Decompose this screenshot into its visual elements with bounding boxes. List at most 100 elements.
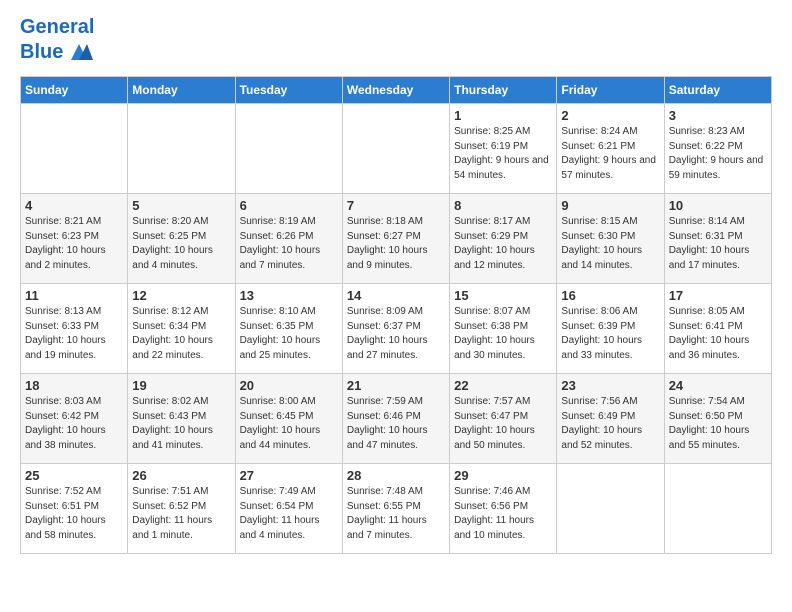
- calendar-table: SundayMondayTuesdayWednesdayThursdayFrid…: [20, 76, 772, 554]
- calendar-cell: 18Sunrise: 8:03 AMSunset: 6:42 PMDayligh…: [21, 374, 128, 464]
- logo: General Blue: [20, 16, 94, 66]
- day-info: Sunrise: 7:54 AMSunset: 6:50 PMDaylight:…: [669, 395, 767, 453]
- day-info: Sunrise: 7:56 AMSunset: 6:49 PMDaylight:…: [561, 395, 659, 453]
- calendar-cell: 4 Sunrise: 8:21 AMSunset: 6:23 PMDaylight…: [21, 194, 128, 284]
- logo-text: General: [20, 16, 94, 38]
- day-info: Sunrise: 8:10 AMSunset: 6:35 PMDaylight:…: [240, 305, 338, 363]
- calendar-cell: 22 Sunrise: 7:57 AMSunset: 6:47 PMDayligh…: [450, 374, 557, 464]
- day-number: 24: [669, 378, 767, 393]
- calendar-cell: 13 Sunrise: 8:10 AMSunset: 6:35 PMDayligh…: [235, 284, 342, 374]
- day-info: Sunrise: 7:49 AMSunset: 6:54 PMDaylight:…: [240, 485, 338, 543]
- calendar-cell: 1 Sunrise: 8:25 AMSunset: 6:19 PMDaylight…: [450, 104, 557, 194]
- header-day-wednesday: Wednesday: [342, 77, 449, 104]
- header-day-saturday: Saturday: [664, 77, 771, 104]
- day-info: Sunrise: 8:06 AMSunset: 6:39 PMDaylight:…: [561, 305, 659, 363]
- day-number: 12: [132, 288, 230, 303]
- page-header: General Blue: [20, 16, 772, 66]
- day-info: Sunrise: 7:46 AMSunset: 6:56 PMDaylight:…: [454, 485, 552, 543]
- calendar-cell: 7 Sunrise: 8:18 AMSunset: 6:27 PMDaylight…: [342, 194, 449, 284]
- day-number: 5: [132, 198, 230, 213]
- day-number: 25: [25, 468, 123, 483]
- calendar-cell: 10Sunrise: 8:14 AMSunset: 6:31 PMDayligh…: [664, 194, 771, 284]
- day-number: 4: [25, 198, 123, 213]
- day-info: Sunrise: 8:23 AMSunset: 6:22 PMDaylight:…: [669, 125, 767, 183]
- logo-text2: Blue: [20, 41, 63, 63]
- day-number: 9: [561, 198, 659, 213]
- day-number: 6: [240, 198, 338, 213]
- day-number: 3: [669, 108, 767, 123]
- day-info: Sunrise: 8:19 AMSunset: 6:26 PMDaylight:…: [240, 215, 338, 273]
- calendar-week-3: 11 Sunrise: 8:13 AMSunset: 6:33 PMDayligh…: [21, 284, 772, 374]
- calendar-cell: 12 Sunrise: 8:12 AMSunset: 6:34 PMDayligh…: [128, 284, 235, 374]
- day-number: 11: [25, 288, 123, 303]
- day-number: 8: [454, 198, 552, 213]
- day-number: 29: [454, 468, 552, 483]
- header-day-thursday: Thursday: [450, 77, 557, 104]
- day-number: 13: [240, 288, 338, 303]
- day-number: 16: [561, 288, 659, 303]
- day-number: 20: [240, 378, 338, 393]
- calendar-cell: 9 Sunrise: 8:15 AMSunset: 6:30 PMDaylight…: [557, 194, 664, 284]
- day-info: Sunrise: 8:12 AMSunset: 6:34 PMDaylight:…: [132, 305, 230, 363]
- calendar-cell: [128, 104, 235, 194]
- day-info: Sunrise: 7:52 AMSunset: 6:51 PMDaylight:…: [25, 485, 123, 543]
- day-info: Sunrise: 8:07 AMSunset: 6:38 PMDaylight:…: [454, 305, 552, 363]
- calendar-cell: 25 Sunrise: 7:52 AMSunset: 6:51 PMDayligh…: [21, 464, 128, 554]
- calendar-cell: [342, 104, 449, 194]
- calendar-cell: [21, 104, 128, 194]
- calendar-cell: [557, 464, 664, 554]
- calendar-cell: 8 Sunrise: 8:17 AMSunset: 6:29 PMDaylight…: [450, 194, 557, 284]
- header-day-friday: Friday: [557, 77, 664, 104]
- day-number: 23: [561, 378, 659, 393]
- day-info: Sunrise: 8:02 AMSunset: 6:43 PMDaylight:…: [132, 395, 230, 453]
- day-number: 17: [669, 288, 767, 303]
- calendar-week-2: 4 Sunrise: 8:21 AMSunset: 6:23 PMDaylight…: [21, 194, 772, 284]
- day-info: Sunrise: 7:51 AMSunset: 6:52 PMDaylight:…: [132, 485, 230, 543]
- day-number: 2: [561, 108, 659, 123]
- day-number: 22: [454, 378, 552, 393]
- calendar-week-1: 1 Sunrise: 8:25 AMSunset: 6:19 PMDaylight…: [21, 104, 772, 194]
- calendar-cell: 5 Sunrise: 8:20 AMSunset: 6:25 PMDaylight…: [128, 194, 235, 284]
- calendar-cell: 16 Sunrise: 8:06 AMSunset: 6:39 PMDayligh…: [557, 284, 664, 374]
- day-info: Sunrise: 7:48 AMSunset: 6:55 PMDaylight:…: [347, 485, 445, 543]
- calendar-cell: 24 Sunrise: 7:54 AMSunset: 6:50 PMDayligh…: [664, 374, 771, 464]
- calendar-cell: 27Sunrise: 7:49 AMSunset: 6:54 PMDayligh…: [235, 464, 342, 554]
- day-number: 14: [347, 288, 445, 303]
- calendar-header: SundayMondayTuesdayWednesdayThursdayFrid…: [21, 77, 772, 104]
- day-number: 19: [132, 378, 230, 393]
- calendar-cell: 11 Sunrise: 8:13 AMSunset: 6:33 PMDayligh…: [21, 284, 128, 374]
- day-info: Sunrise: 8:25 AMSunset: 6:19 PMDaylight:…: [454, 125, 552, 183]
- day-info: Sunrise: 8:18 AMSunset: 6:27 PMDaylight:…: [347, 215, 445, 273]
- calendar-cell: 2 Sunrise: 8:24 AMSunset: 6:21 PMDaylight…: [557, 104, 664, 194]
- day-info: Sunrise: 8:24 AMSunset: 6:21 PMDaylight:…: [561, 125, 659, 183]
- header-row: SundayMondayTuesdayWednesdayThursdayFrid…: [21, 77, 772, 104]
- calendar-cell: 17Sunrise: 8:05 AMSunset: 6:41 PMDayligh…: [664, 284, 771, 374]
- header-day-sunday: Sunday: [21, 77, 128, 104]
- calendar-cell: [235, 104, 342, 194]
- day-info: Sunrise: 8:13 AMSunset: 6:33 PMDaylight:…: [25, 305, 123, 363]
- day-info: Sunrise: 8:03 AMSunset: 6:42 PMDaylight:…: [25, 395, 123, 453]
- day-info: Sunrise: 7:57 AMSunset: 6:47 PMDaylight:…: [454, 395, 552, 453]
- calendar-cell: 21 Sunrise: 7:59 AMSunset: 6:46 PMDayligh…: [342, 374, 449, 464]
- day-info: Sunrise: 8:15 AMSunset: 6:30 PMDaylight:…: [561, 215, 659, 273]
- day-number: 7: [347, 198, 445, 213]
- day-info: Sunrise: 8:21 AMSunset: 6:23 PMDaylight:…: [25, 215, 123, 273]
- calendar-cell: 19 Sunrise: 8:02 AMSunset: 6:43 PMDayligh…: [128, 374, 235, 464]
- header-day-monday: Monday: [128, 77, 235, 104]
- day-number: 1: [454, 108, 552, 123]
- calendar-cell: 20Sunrise: 8:00 AMSunset: 6:45 PMDayligh…: [235, 374, 342, 464]
- day-info: Sunrise: 8:17 AMSunset: 6:29 PMDaylight:…: [454, 215, 552, 273]
- calendar-week-4: 18Sunrise: 8:03 AMSunset: 6:42 PMDayligh…: [21, 374, 772, 464]
- calendar-cell: 14Sunrise: 8:09 AMSunset: 6:37 PMDayligh…: [342, 284, 449, 374]
- calendar-week-5: 25 Sunrise: 7:52 AMSunset: 6:51 PMDayligh…: [21, 464, 772, 554]
- header-day-tuesday: Tuesday: [235, 77, 342, 104]
- logo-icon: [65, 38, 93, 66]
- day-number: 21: [347, 378, 445, 393]
- calendar-cell: [664, 464, 771, 554]
- calendar-cell: 26Sunrise: 7:51 AMSunset: 6:52 PMDayligh…: [128, 464, 235, 554]
- day-info: Sunrise: 8:20 AMSunset: 6:25 PMDaylight:…: [132, 215, 230, 273]
- day-info: Sunrise: 8:14 AMSunset: 6:31 PMDaylight:…: [669, 215, 767, 273]
- calendar-cell: 29 Sunrise: 7:46 AMSunset: 6:56 PMDayligh…: [450, 464, 557, 554]
- day-number: 15: [454, 288, 552, 303]
- day-info: Sunrise: 7:59 AMSunset: 6:46 PMDaylight:…: [347, 395, 445, 453]
